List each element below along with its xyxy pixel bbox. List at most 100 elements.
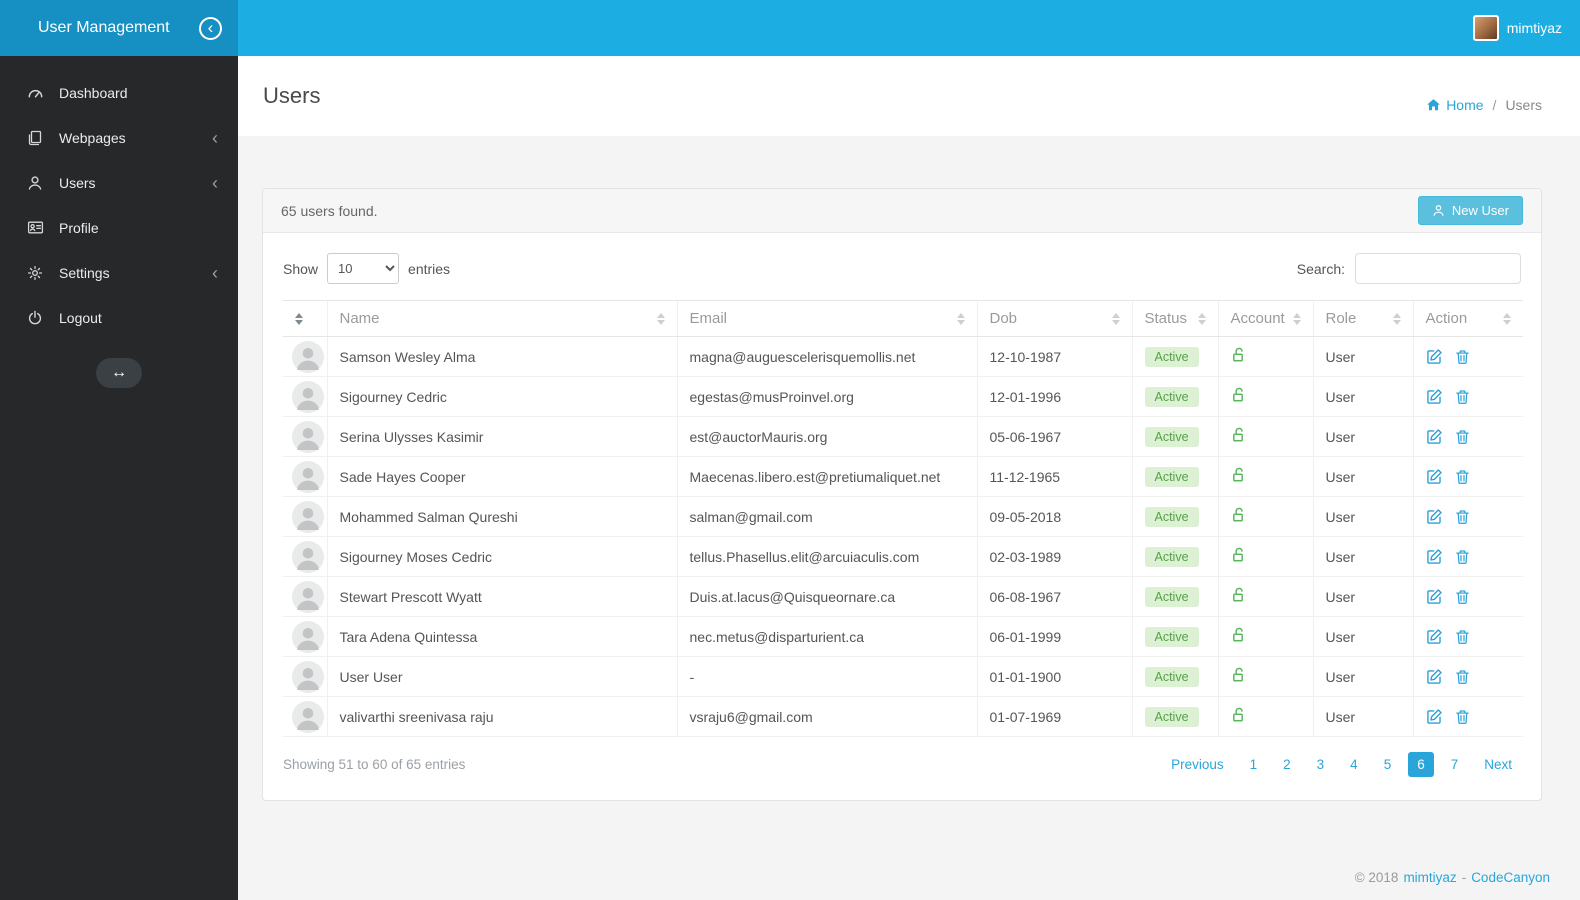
column-header-name[interactable]: Name bbox=[326, 300, 677, 337]
delete-button[interactable] bbox=[1455, 629, 1470, 645]
table-row: User User - 01-01-1900 Active User bbox=[283, 656, 1523, 697]
unlock-icon[interactable] bbox=[1231, 547, 1247, 563]
sidebar-item-logout[interactable]: Logout bbox=[0, 295, 238, 340]
unlock-icon[interactable] bbox=[1231, 667, 1247, 683]
sidebar-item-dashboard[interactable]: Dashboard bbox=[0, 70, 238, 115]
app-root: User Management ‹ mimtiyaz Dashboard Web… bbox=[0, 0, 1580, 900]
gear-icon bbox=[27, 265, 45, 281]
sort-icon bbox=[1111, 312, 1120, 325]
card-header: 65 users found. New User bbox=[263, 189, 1541, 233]
user-icon bbox=[27, 175, 45, 191]
unlock-icon[interactable] bbox=[1231, 427, 1247, 443]
delete-button[interactable] bbox=[1455, 589, 1470, 605]
user-dob: 11-12-1965 bbox=[989, 468, 1061, 485]
user-dob: 01-01-1900 bbox=[989, 668, 1062, 685]
sort-icon bbox=[956, 312, 965, 325]
edit-button[interactable] bbox=[1426, 628, 1443, 645]
person-silhouette-icon bbox=[292, 540, 324, 573]
user-name: Mohammed Salman Qureshi bbox=[339, 508, 518, 525]
table-row: Sigourney Moses Cedric tellus.Phasellus.… bbox=[283, 536, 1523, 577]
footer-separator: - bbox=[1461, 869, 1467, 885]
edit-button[interactable] bbox=[1426, 388, 1443, 405]
edit-button[interactable] bbox=[1426, 348, 1443, 365]
user-name: Tara Adena Quintessa bbox=[339, 628, 478, 645]
column-header-action[interactable]: Action bbox=[1412, 300, 1523, 337]
delete-button[interactable] bbox=[1455, 389, 1470, 405]
unlock-icon[interactable] bbox=[1231, 467, 1247, 483]
entries-label: entries bbox=[408, 260, 451, 277]
person-silhouette-icon bbox=[292, 460, 324, 493]
author-link[interactable]: mimtiyaz bbox=[1403, 870, 1456, 885]
new-user-button[interactable]: New User bbox=[1417, 196, 1523, 225]
edit-button[interactable] bbox=[1426, 468, 1443, 485]
user-role: User bbox=[1325, 588, 1356, 605]
breadcrumb-home-label: Home bbox=[1446, 97, 1484, 113]
topbar-username[interactable]: mimtiyaz bbox=[1507, 20, 1562, 36]
user-name: Samson Wesley Alma bbox=[339, 348, 476, 365]
column-header-avatar[interactable] bbox=[283, 300, 327, 337]
sidebar-item-users[interactable]: Users ‹ bbox=[0, 160, 238, 205]
sidebar-item-profile[interactable]: Profile bbox=[0, 205, 238, 250]
delete-button[interactable] bbox=[1455, 349, 1470, 365]
pagination-previous[interactable]: Previous bbox=[1162, 752, 1233, 777]
edit-button[interactable] bbox=[1426, 588, 1443, 605]
delete-button[interactable] bbox=[1455, 549, 1470, 565]
content-area: 65 users found. New User Show 10 entries… bbox=[238, 136, 1580, 854]
delete-button[interactable] bbox=[1455, 709, 1470, 725]
delete-button[interactable] bbox=[1455, 429, 1470, 445]
pagination-7[interactable]: 7 bbox=[1442, 752, 1468, 777]
pagination-2[interactable]: 2 bbox=[1274, 752, 1300, 777]
unlock-icon[interactable] bbox=[1231, 507, 1247, 523]
pagination-5[interactable]: 5 bbox=[1375, 752, 1401, 777]
unlock-icon[interactable] bbox=[1231, 707, 1247, 723]
person-silhouette-icon bbox=[292, 620, 324, 653]
breadcrumb-home-link[interactable]: Home bbox=[1426, 97, 1484, 113]
user-role: User bbox=[1325, 708, 1356, 725]
sidebar-item-webpages[interactable]: Webpages ‹ bbox=[0, 115, 238, 160]
breadcrumb-current: Users bbox=[1505, 97, 1542, 113]
column-header-status[interactable]: Status bbox=[1131, 300, 1218, 337]
unlock-icon[interactable] bbox=[1231, 347, 1247, 363]
unlock-icon[interactable] bbox=[1231, 627, 1247, 643]
user-email: Maecenas.libero.est@pretiumaliquet.net bbox=[689, 468, 941, 485]
column-header-role[interactable]: Role bbox=[1312, 300, 1413, 337]
row-avatar bbox=[292, 380, 324, 413]
pagination-4[interactable]: 4 bbox=[1341, 752, 1367, 777]
pagination-next[interactable]: Next bbox=[1475, 752, 1521, 777]
edit-button[interactable] bbox=[1426, 428, 1443, 445]
page-size-select[interactable]: 10 bbox=[327, 253, 400, 284]
edit-button[interactable] bbox=[1426, 668, 1443, 685]
status-badge: Active bbox=[1144, 506, 1199, 527]
column-header-account[interactable]: Account bbox=[1217, 300, 1313, 337]
chevron-left-circle-icon: ‹ bbox=[207, 17, 214, 37]
pagination-6[interactable]: 6 bbox=[1408, 752, 1434, 777]
row-avatar bbox=[292, 500, 324, 533]
column-header-dob[interactable]: Dob bbox=[976, 300, 1132, 337]
edit-button[interactable] bbox=[1426, 708, 1443, 725]
edit-button[interactable] bbox=[1426, 508, 1443, 525]
user-plus-icon bbox=[1432, 204, 1445, 217]
unlock-icon[interactable] bbox=[1231, 387, 1247, 403]
sort-icon bbox=[1392, 312, 1401, 325]
user-avatar[interactable] bbox=[1472, 15, 1499, 41]
delete-button[interactable] bbox=[1455, 509, 1470, 525]
sidebar-expand-button[interactable]: ↔ bbox=[96, 358, 142, 388]
delete-button[interactable] bbox=[1455, 669, 1470, 685]
sidebar-item-label: Profile bbox=[59, 219, 99, 236]
row-avatar bbox=[292, 460, 324, 493]
topbar-user-menu[interactable]: mimtiyaz bbox=[1472, 0, 1580, 56]
sidebar-item-settings[interactable]: Settings ‹ bbox=[0, 250, 238, 295]
column-header-email[interactable]: Email bbox=[676, 300, 977, 337]
pagination-3[interactable]: 3 bbox=[1308, 752, 1334, 777]
user-email: magna@auguescelerisquemollis.net bbox=[689, 348, 916, 365]
edit-button[interactable] bbox=[1426, 548, 1443, 565]
unlock-icon[interactable] bbox=[1231, 587, 1247, 603]
row-avatar bbox=[292, 620, 324, 653]
users-count-text: 65 users found. bbox=[281, 202, 378, 219]
codecanyon-link[interactable]: CodeCanyon bbox=[1471, 870, 1550, 885]
sidebar-collapse-button[interactable]: ‹ bbox=[199, 16, 222, 40]
search-input[interactable] bbox=[1355, 253, 1521, 284]
sidebar-item-label: Logout bbox=[59, 309, 102, 326]
delete-button[interactable] bbox=[1455, 469, 1470, 485]
pagination-1[interactable]: 1 bbox=[1241, 752, 1267, 777]
